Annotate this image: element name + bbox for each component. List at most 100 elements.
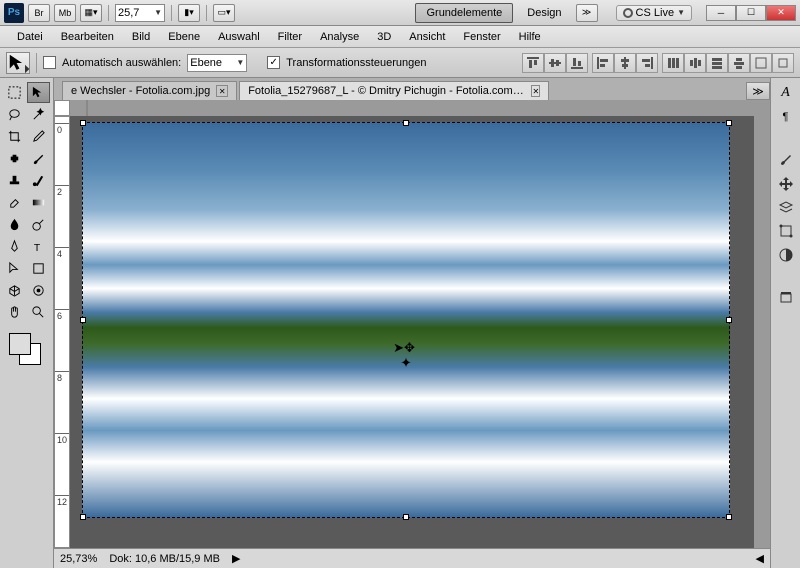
minimize-button[interactable]: ─ — [706, 5, 736, 21]
type-tool[interactable]: T — [27, 236, 50, 257]
menu-analyse[interactable]: Analyse — [311, 28, 368, 46]
wand-tool[interactable] — [27, 104, 50, 125]
shape-tool[interactable] — [27, 258, 50, 279]
right-panel-dock: A ¶ — [770, 78, 800, 568]
brush-panel-icon[interactable] — [774, 148, 798, 170]
menu-filter[interactable]: Filter — [269, 28, 311, 46]
menu-ebene[interactable]: Ebene — [159, 28, 209, 46]
ruler-origin[interactable] — [54, 100, 70, 116]
align-top-button[interactable] — [522, 53, 544, 73]
status-arrow-icon[interactable]: ▶ — [232, 552, 240, 565]
distribute-right-button[interactable] — [772, 53, 794, 73]
dodge-tool[interactable] — [27, 214, 50, 235]
zoom-select[interactable]: 25,7▼ — [115, 4, 165, 22]
menu-bar: Datei Bearbeiten Bild Ebene Auswahl Filt… — [0, 26, 800, 48]
transform-handle[interactable] — [403, 120, 409, 126]
gradient-tool[interactable] — [27, 192, 50, 213]
3d-camera-tool[interactable] — [27, 280, 50, 301]
stamp-tool[interactable] — [3, 170, 26, 191]
transform-checkbox[interactable]: ✓ — [267, 56, 280, 69]
transform-handle[interactable] — [726, 317, 732, 323]
bridge-button[interactable]: Br — [28, 4, 50, 22]
viewmode-button[interactable]: ▦▾ — [80, 4, 102, 22]
actions-panel-icon[interactable] — [774, 286, 798, 308]
canvas[interactable]: ✦ ➤✥ — [70, 116, 754, 548]
photoshop-logo: Ps — [4, 3, 24, 23]
transform-handle[interactable] — [726, 120, 732, 126]
pen-tool[interactable] — [3, 236, 26, 257]
align-bottom-button[interactable] — [566, 53, 588, 73]
auto-select-dropdown[interactable]: Ebene▼ — [187, 54, 247, 72]
cslive-button[interactable]: CS Live▼ — [616, 5, 692, 21]
menu-fenster[interactable]: Fenster — [454, 28, 509, 46]
crop-tool[interactable] — [3, 126, 26, 147]
align-hcenter-button[interactable] — [614, 53, 636, 73]
transform-center-icon[interactable]: ✦ — [400, 355, 412, 372]
character-panel-icon[interactable]: A — [774, 82, 798, 104]
distribute-left-button[interactable] — [728, 53, 750, 73]
lasso-tool[interactable] — [3, 104, 26, 125]
align-right-button[interactable] — [636, 53, 658, 73]
menu-3d[interactable]: 3D — [368, 28, 400, 46]
paths-panel-icon[interactable] — [774, 220, 798, 242]
document-tab[interactable]: e Wechsler - Fotolia.com.jpg✕ — [62, 81, 237, 100]
horizontal-ruler[interactable]: 02468101214161820 — [86, 100, 88, 116]
zoom-tool[interactable] — [27, 302, 50, 323]
status-bar: 25,73% Dok: 10,6 MB/15,9 MB ▶ ◀ — [54, 548, 770, 568]
workspace-more-button[interactable]: ≫ — [576, 4, 598, 22]
workspace-grundelemente[interactable]: Grundelemente — [415, 3, 513, 23]
distribute-top-button[interactable] — [662, 53, 684, 73]
status-doc-size[interactable]: Dok: 10,6 MB/15,9 MB — [109, 553, 220, 565]
menu-auswahl[interactable]: Auswahl — [209, 28, 269, 46]
3d-tool[interactable] — [3, 280, 26, 301]
blur-tool[interactable] — [3, 214, 26, 235]
transform-handle[interactable] — [403, 514, 409, 520]
menu-bearbeiten[interactable]: Bearbeiten — [52, 28, 123, 46]
path-select-tool[interactable] — [3, 258, 26, 279]
distribute-vcenter-button[interactable] — [684, 53, 706, 73]
menu-bild[interactable]: Bild — [123, 28, 159, 46]
menu-hilfe[interactable]: Hilfe — [510, 28, 550, 46]
brush-tool[interactable] — [27, 148, 50, 169]
vertical-ruler[interactable]: 024681012 — [54, 116, 70, 548]
marquee-tool[interactable] — [3, 82, 26, 103]
foreground-color[interactable] — [9, 333, 31, 355]
eraser-tool[interactable] — [3, 192, 26, 213]
screenmode-button[interactable]: ▭▾ — [213, 4, 235, 22]
transform-handle[interactable] — [80, 317, 86, 323]
move-tool[interactable] — [27, 82, 50, 103]
paragraph-panel-icon[interactable]: ¶ — [774, 106, 798, 128]
layers-panel-icon[interactable] — [774, 196, 798, 218]
transform-handle[interactable] — [80, 514, 86, 520]
distribute-bottom-button[interactable] — [706, 53, 728, 73]
tab-overflow-button[interactable]: ≫ — [746, 82, 770, 100]
align-vcenter-button[interactable] — [544, 53, 566, 73]
toolbox: T — [0, 78, 54, 568]
history-brush-tool[interactable] — [27, 170, 50, 191]
workspace-design[interactable]: Design — [517, 4, 571, 22]
document-tab[interactable]: Fotolia_15279687_L - © Dmitry Pichugin -… — [239, 81, 549, 100]
maximize-button[interactable]: ☐ — [736, 5, 766, 21]
menu-ansicht[interactable]: Ansicht — [400, 28, 454, 46]
transform-handle[interactable] — [726, 514, 732, 520]
close-button[interactable]: ✕ — [766, 5, 796, 21]
status-zoom[interactable]: 25,73% — [60, 553, 97, 565]
minibridge-button[interactable]: Mb — [54, 4, 76, 22]
adjustments-panel-icon[interactable] — [774, 244, 798, 266]
tab-close-icon[interactable]: ✕ — [531, 85, 540, 97]
current-tool-indicator[interactable] — [6, 52, 30, 74]
scroll-left-icon[interactable]: ◀ — [756, 552, 764, 565]
tab-close-icon[interactable]: ✕ — [216, 85, 228, 97]
menu-datei[interactable]: Datei — [8, 28, 52, 46]
clone-source-panel-icon[interactable] — [774, 172, 798, 194]
healing-tool[interactable] — [3, 148, 26, 169]
image-content[interactable]: ✦ ➤✥ — [82, 122, 730, 518]
eyedropper-tool[interactable] — [27, 126, 50, 147]
hand-tool[interactable] — [3, 302, 26, 323]
align-left-button[interactable] — [592, 53, 614, 73]
document-tabs: e Wechsler - Fotolia.com.jpg✕ Fotolia_15… — [54, 78, 770, 100]
distribute-hcenter-button[interactable] — [750, 53, 772, 73]
transform-handle[interactable] — [80, 120, 86, 126]
auto-select-checkbox[interactable] — [43, 56, 56, 69]
arrange-button[interactable]: ▮▾ — [178, 4, 200, 22]
